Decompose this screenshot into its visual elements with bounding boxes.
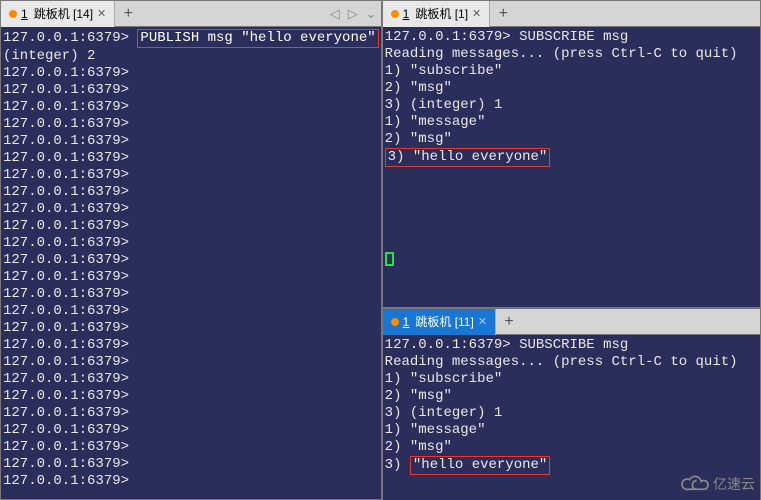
add-tab-button[interactable]: + xyxy=(490,1,516,27)
status-dot-icon xyxy=(391,10,399,18)
terminal-line: 127.0.0.1:6379> xyxy=(3,150,379,167)
terminal-line: (integer) 2 xyxy=(3,48,379,65)
close-icon[interactable]: ✕ xyxy=(472,7,481,20)
watermark-text: 亿速云 xyxy=(713,474,755,494)
terminal-line: 1) "message" xyxy=(385,422,758,439)
tab-title: 跳板机 [1] xyxy=(415,5,468,22)
terminal-line: 127.0.0.1:6379> xyxy=(3,65,379,82)
close-icon[interactable]: ✕ xyxy=(478,315,487,328)
terminal-line: 127.0.0.1:6379> xyxy=(3,235,379,252)
terminal-line xyxy=(385,252,758,272)
terminal-line: 127.0.0.1:6379> xyxy=(3,218,379,235)
highlighted-command: PUBLISH msg "hello everyone" xyxy=(137,29,378,48)
forward-icon[interactable]: ▷ xyxy=(348,6,358,22)
tabbar-left: 1 跳板机 [14] ✕ + ◁ ▷ ⌄ xyxy=(1,1,381,27)
terminal-line: 127.0.0.1:6379> xyxy=(3,167,379,184)
terminal-line: 127.0.0.1:6379> xyxy=(3,303,379,320)
terminal-line: 127.0.0.1:6379> SUBSCRIBE msg xyxy=(385,337,758,354)
terminal-line: 127.0.0.1:6379> xyxy=(3,405,379,422)
pane-right-bot: 1 跳板机 [11] ✕ + 127.0.0.1:6379> SUBSCRIBE… xyxy=(382,308,761,500)
terminal-right-top[interactable]: 127.0.0.1:6379> SUBSCRIBE msgReading mes… xyxy=(383,27,760,307)
terminal-line: 2) "msg" xyxy=(385,131,758,148)
terminal-line: 127.0.0.1:6379> xyxy=(3,371,379,388)
terminal-line: 127.0.0.1:6379> xyxy=(3,439,379,456)
terminal-line: 127.0.0.1:6379> xyxy=(3,354,379,371)
terminal-line: 2) "msg" xyxy=(385,80,758,97)
terminal-line: 127.0.0.1:6379> xyxy=(3,388,379,405)
cloud-icon xyxy=(681,474,709,494)
app-root: 1 跳板机 [14] ✕ + ◁ ▷ ⌄ 127.0.0.1:6379> PUB… xyxy=(0,0,761,500)
terminal-line xyxy=(385,201,758,218)
add-tab-button[interactable]: + xyxy=(496,309,522,335)
terminal-line: 1) "message" xyxy=(385,114,758,131)
tabbar-nav: ◁ ▷ ⌄ xyxy=(330,6,377,22)
terminal-line: 127.0.0.1:6379> xyxy=(3,133,379,150)
terminal-line: 3) (integer) 1 xyxy=(385,405,758,422)
terminal-line: 127.0.0.1:6379> xyxy=(3,337,379,354)
terminal-line: 1) "subscribe" xyxy=(385,371,758,388)
terminal-line xyxy=(385,235,758,252)
terminal-line: Reading messages... (press Ctrl-C to qui… xyxy=(385,46,758,63)
highlighted-output: 3) "hello everyone" xyxy=(385,148,551,167)
tab-number: 1 xyxy=(403,7,410,21)
pane-left: 1 跳板机 [14] ✕ + ◁ ▷ ⌄ 127.0.0.1:6379> PUB… xyxy=(0,0,382,500)
terminal-line xyxy=(385,218,758,235)
list-icon[interactable]: ⌄ xyxy=(366,6,377,22)
terminal-line: 127.0.0.1:6379> xyxy=(3,422,379,439)
terminal-line: Reading messages... (press Ctrl-C to qui… xyxy=(385,354,758,371)
terminal-line: 2) "msg" xyxy=(385,439,758,456)
add-tab-button[interactable]: + xyxy=(115,1,141,27)
tab-title: 跳板机 [11] xyxy=(415,313,473,330)
terminal-line: 127.0.0.1:6379> xyxy=(3,99,379,116)
terminal-line: 127.0.0.1:6379> xyxy=(3,252,379,269)
terminal-line: 127.0.0.1:6379> SUBSCRIBE msg xyxy=(385,29,758,46)
terminal-line: 3) "hello everyone" xyxy=(385,456,758,475)
terminal-line: 127.0.0.1:6379> xyxy=(3,184,379,201)
tab-left[interactable]: 1 跳板机 [14] ✕ xyxy=(1,1,115,27)
close-icon[interactable]: ✕ xyxy=(97,7,106,20)
terminal-line: 127.0.0.1:6379> xyxy=(3,286,379,303)
tab-right-bot[interactable]: 1 跳板机 [11] ✕ xyxy=(383,309,496,335)
terminal-line: 127.0.0.1:6379> PUBLISH msg "hello every… xyxy=(3,29,379,48)
terminal-line: 3) (integer) 1 xyxy=(385,97,758,114)
terminal-line: 127.0.0.1:6379> xyxy=(3,473,379,490)
tab-title: 跳板机 [14] xyxy=(34,5,93,22)
terminal-left[interactable]: 127.0.0.1:6379> PUBLISH msg "hello every… xyxy=(1,27,381,499)
back-icon[interactable]: ◁ xyxy=(330,6,340,22)
status-dot-icon xyxy=(391,318,399,326)
tab-number: 1 xyxy=(403,315,410,329)
terminal-line: 127.0.0.1:6379> xyxy=(3,269,379,286)
terminal-line xyxy=(385,167,758,184)
status-dot-icon xyxy=(9,10,17,18)
terminal-line: 127.0.0.1:6379> xyxy=(3,320,379,337)
terminal-line: 127.0.0.1:6379> xyxy=(3,82,379,99)
terminal-line: 127.0.0.1:6379> xyxy=(3,116,379,133)
pane-right-top: 1 跳板机 [1] ✕ + 127.0.0.1:6379> SUBSCRIBE … xyxy=(382,0,761,308)
watermark: 亿速云 xyxy=(681,474,755,494)
tab-number: 1 xyxy=(21,7,28,21)
tabbar-right-bot: 1 跳板机 [11] ✕ + xyxy=(383,309,760,335)
terminal-line: 3) "hello everyone" xyxy=(385,148,758,167)
terminal-line: 127.0.0.1:6379> xyxy=(3,201,379,218)
terminal-line xyxy=(385,184,758,201)
tabbar-right-top: 1 跳板机 [1] ✕ + xyxy=(383,1,760,27)
tab-right-top[interactable]: 1 跳板机 [1] ✕ xyxy=(383,1,491,27)
highlighted-output: "hello everyone" xyxy=(410,456,550,475)
pane-right: 1 跳板机 [1] ✕ + 127.0.0.1:6379> SUBSCRIBE … xyxy=(382,0,761,500)
terminal-line: 127.0.0.1:6379> xyxy=(3,456,379,473)
terminal-line: 2) "msg" xyxy=(385,388,758,405)
cursor-icon xyxy=(385,252,394,266)
terminal-line: 1) "subscribe" xyxy=(385,63,758,80)
